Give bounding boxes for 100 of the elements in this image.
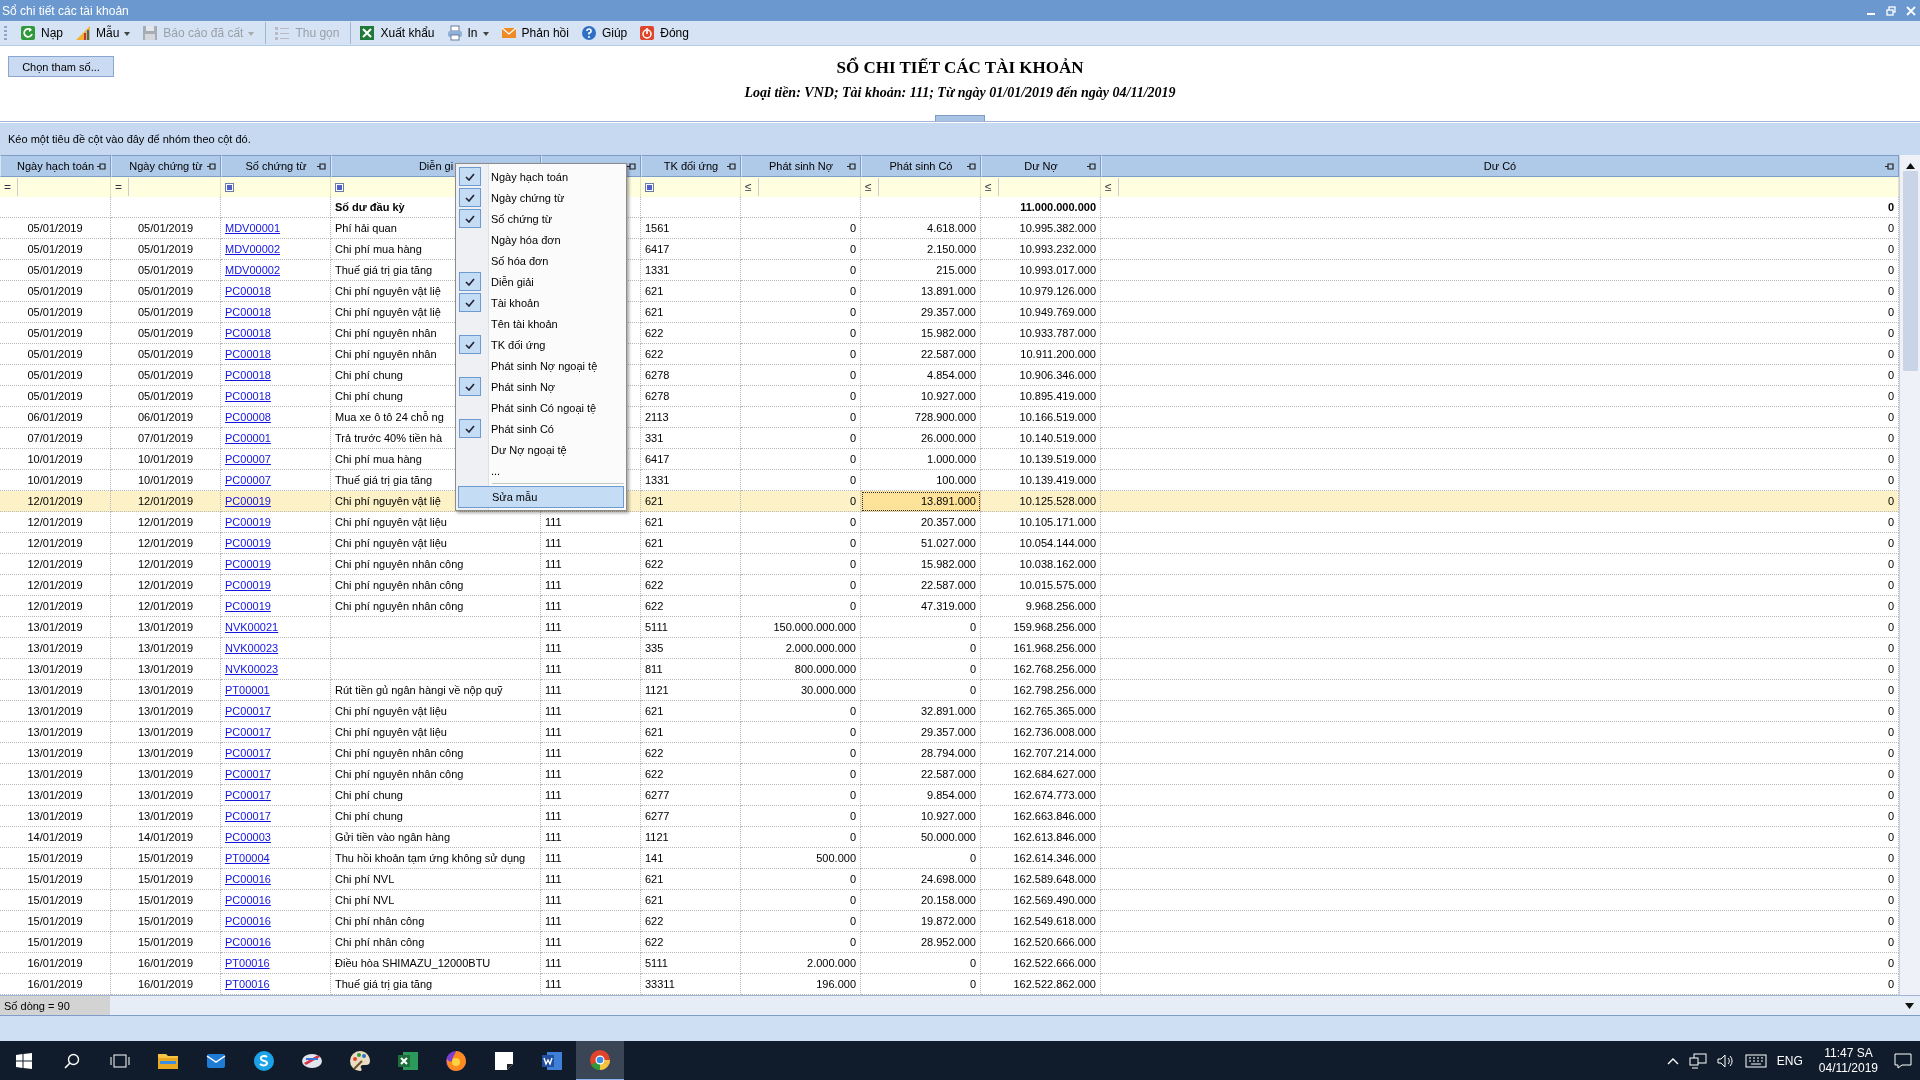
document-link[interactable]: PT00001 <box>225 684 270 696</box>
chat-bubble-icon <box>252 1049 276 1073</box>
caret-up-icon[interactable] <box>1666 1057 1679 1065</box>
document-link[interactable]: MDV00002 <box>225 243 281 255</box>
filter-operator[interactable]: = <box>4 178 18 196</box>
document-link[interactable]: PT00016 <box>225 957 270 969</box>
checkbox[interactable] <box>459 377 481 396</box>
filter-operator[interactable]: = <box>115 178 129 196</box>
focused-cell[interactable]: 13.891.000 <box>861 491 981 512</box>
document-link[interactable]: NVK00023 <box>225 642 279 654</box>
document-link[interactable]: PC00019 <box>225 516 271 528</box>
document-link[interactable]: PC00016 <box>225 915 271 927</box>
pin-icon[interactable] <box>727 162 736 171</box>
document-link[interactable]: PC00007 <box>225 453 271 465</box>
document-link[interactable]: PT00016 <box>225 978 270 990</box>
scroll-thumb[interactable] <box>1902 171 1918 371</box>
toolbar-button[interactable]: In <box>441 22 494 44</box>
scrollbar[interactable] <box>1899 155 1920 995</box>
document-link[interactable]: PC00019 <box>225 579 271 591</box>
language-indicator[interactable]: ENG <box>1776 1054 1803 1068</box>
report-title: SỔ CHI TIẾT CÁC TÀI KHOẢN <box>836 58 1084 78</box>
checkbox[interactable] <box>459 293 481 312</box>
pin-icon[interactable] <box>627 162 636 171</box>
document-link[interactable]: PT00004 <box>225 852 270 864</box>
toolbar-button[interactable]: Nạp <box>15 22 68 44</box>
column-header[interactable]: Dư Có <box>1483 160 1517 172</box>
filter-operator[interactable]: ≤ <box>865 178 879 196</box>
column-header[interactable]: Diễn gi <box>418 160 454 172</box>
scroll-up-icon[interactable] <box>1905 163 1915 169</box>
document-link[interactable]: PC00016 <box>225 936 271 948</box>
parameters-button[interactable]: Chọn tham số... <box>8 56 114 77</box>
pin-icon[interactable] <box>317 162 326 171</box>
document-link[interactable]: PC00017 <box>225 705 271 717</box>
checkbox[interactable] <box>459 209 481 228</box>
taskbar-button[interactable] <box>576 1041 624 1080</box>
document-link[interactable]: PC00016 <box>225 894 271 906</box>
document-link[interactable]: PC00019 <box>225 495 271 507</box>
document-link[interactable]: MDV00002 <box>225 264 281 276</box>
filter-operator[interactable]: ≤ <box>745 178 759 196</box>
column-header[interactable]: Dư Nợ <box>1024 160 1058 172</box>
toolbar-grip[interactable] <box>4 25 7 41</box>
restore-icon[interactable] <box>1886 5 1896 16</box>
document-link[interactable]: PC00017 <box>225 726 271 738</box>
checkbox[interactable] <box>459 167 481 186</box>
document-link[interactable]: PC00018 <box>225 369 271 381</box>
report-subtitle: Loại tiền: VND; Tài khoản: 111; Từ ngày 01/01/2019 đến ngày 04/11/2019 <box>744 85 1176 101</box>
filter-toggle-icon[interactable] <box>225 182 234 192</box>
window-title: Sổ chi tiết các tài khoản <box>2 3 130 18</box>
document-link[interactable]: NVK00021 <box>225 621 279 633</box>
document-link[interactable]: PC00019 <box>225 558 271 570</box>
document-link[interactable]: PC00017 <box>225 789 271 801</box>
document-link[interactable]: PC00017 <box>225 810 271 822</box>
document-link[interactable]: NVK00023 <box>225 663 279 675</box>
pin-icon[interactable] <box>967 162 976 171</box>
pin-icon[interactable] <box>1885 162 1894 171</box>
speaker-icon[interactable] <box>1716 1053 1735 1069</box>
document-link[interactable]: PC00018 <box>225 348 271 360</box>
filter-operator[interactable]: ≤ <box>1105 178 1119 196</box>
document-link[interactable]: PC00017 <box>225 747 271 759</box>
toolbar-button[interactable]: Xuất khẩu <box>350 22 440 44</box>
checkbox[interactable] <box>459 419 481 438</box>
document-link[interactable]: PC00016 <box>225 873 271 885</box>
toolbar-button[interactable]: Mẫu <box>70 22 136 44</box>
network-icon[interactable] <box>1688 1053 1707 1069</box>
document-link[interactable]: MDV00001 <box>225 222 281 234</box>
checkbox[interactable] <box>459 188 481 207</box>
pin-icon[interactable] <box>1087 162 1096 171</box>
pin-icon[interactable] <box>207 162 216 171</box>
menu-item[interactable]: Ngày hạch toán <box>458 166 624 187</box>
document-link[interactable]: PC00003 <box>225 831 271 843</box>
list-icon <box>274 25 291 41</box>
document-link[interactable]: PC00008 <box>225 411 271 423</box>
checkbox[interactable] <box>459 272 481 291</box>
filter-toggle-icon[interactable] <box>645 182 654 192</box>
document-link[interactable]: PC00018 <box>225 390 271 402</box>
filter-operator[interactable]: ≤ <box>985 178 999 196</box>
clock[interactable]: 11:47 SA 04/11/2019 <box>1818 1046 1878 1076</box>
keyboard-icon[interactable] <box>1744 1054 1767 1068</box>
document-link[interactable]: PC00001 <box>225 432 271 444</box>
document-link[interactable]: PC00018 <box>225 306 271 318</box>
close-icon[interactable] <box>1906 5 1916 16</box>
toolbar-button[interactable]: Phản hồi <box>495 22 574 44</box>
checkbox[interactable] <box>459 335 481 354</box>
document-link[interactable]: PC00019 <box>225 600 271 612</box>
filter-toggle-icon[interactable] <box>335 182 344 192</box>
power-icon <box>639 25 656 41</box>
notification-icon[interactable] <box>1894 1053 1912 1069</box>
toolbar-button[interactable]: Giúp <box>575 22 633 44</box>
floppy-icon <box>142 25 159 41</box>
document-link[interactable]: PC00007 <box>225 474 271 486</box>
document-link[interactable]: PC00018 <box>225 327 271 339</box>
toolbar-button[interactable]: Đóng <box>634 22 694 44</box>
document-link[interactable]: PC00019 <box>225 537 271 549</box>
scroll-down-icon[interactable] <box>1905 1002 1914 1009</box>
menu-item[interactable]: Sửa mẫu <box>458 486 624 508</box>
pin-icon[interactable] <box>847 162 856 171</box>
collapse-handle[interactable] <box>935 115 985 121</box>
document-link[interactable]: PC00018 <box>225 285 271 297</box>
pin-icon[interactable] <box>97 162 106 171</box>
document-link[interactable]: PC00017 <box>225 768 271 780</box>
